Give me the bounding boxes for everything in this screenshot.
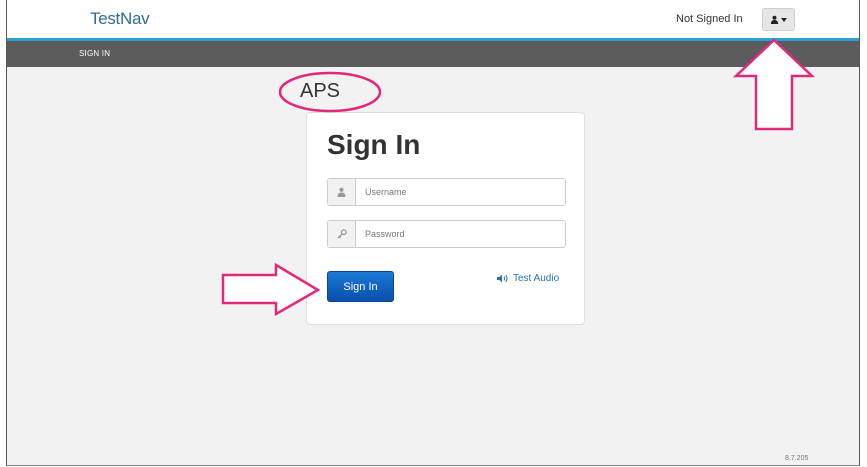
annotation-overlay	[221, 38, 816, 317]
right-arrow-icon	[221, 262, 321, 317]
aps-highlight-circle	[278, 71, 382, 113]
up-arrow-icon	[732, 38, 816, 131]
